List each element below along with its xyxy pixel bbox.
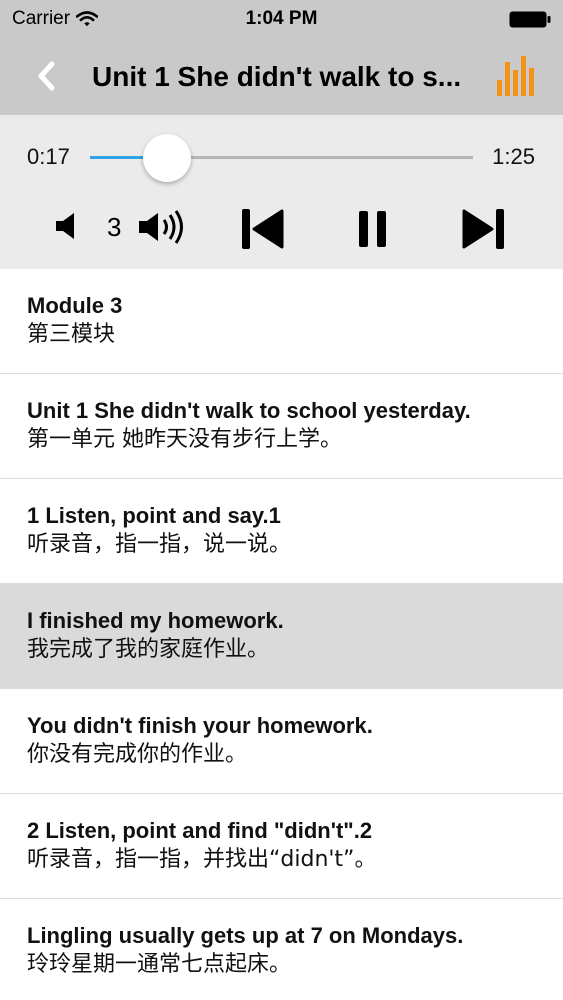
item-chinese-text: 你没有完成你的作业。 — [27, 742, 248, 767]
item-english-text: Unit 1 She didn't walk to school yesterd… — [27, 398, 471, 423]
current-time: 0:17 — [27, 144, 70, 169]
battery-icon — [509, 11, 551, 28]
item-english-text: I finished my homework. — [27, 608, 284, 633]
list-item[interactable]: You didn't finish your homework. 你没有完成你的作… — [0, 689, 563, 794]
item-chinese-text: 第一单元 她昨天没有步行上学。 — [27, 427, 342, 452]
equalizer-icon[interactable] — [495, 54, 539, 98]
list-item[interactable]: Lingling usually gets up at 7 on Mondays… — [0, 899, 563, 1000]
skip-next-icon[interactable] — [462, 207, 506, 251]
pause-icon[interactable] — [357, 209, 389, 249]
progress-slider-thumb[interactable] — [142, 134, 191, 182]
item-english-text: You didn't finish your homework. — [27, 713, 373, 738]
list-item[interactable]: 1 Listen, point and say.1 听录音，指一指，说一说。 — [0, 479, 563, 584]
list-item[interactable]: I finished my homework. 我完成了我的家庭作业。 — [0, 584, 563, 689]
audio-player: 0:17 1:25 3 — [0, 115, 563, 269]
item-chinese-text: 听录音，指一指，说一说。 — [27, 532, 292, 557]
item-english-text: 2 Listen, point and find "didn't".2 — [27, 818, 373, 843]
item-chinese-text: 第三模块 — [27, 322, 116, 347]
item-chinese-text: 玲玲星期一通常七点起床。 — [27, 952, 292, 977]
page-title: Unit 1 She didn't walk to s... — [92, 61, 462, 92]
speaker-high-icon[interactable] — [137, 209, 191, 245]
item-english-text: Module 3 — [27, 293, 123, 318]
chevron-left-icon[interactable] — [30, 56, 66, 96]
skip-previous-icon[interactable] — [240, 207, 284, 251]
item-chinese-text: 听录音，指一指，并找出“didn't”。 — [27, 847, 377, 872]
status-time: 1:04 PM — [245, 8, 318, 29]
volume-level: 3 — [107, 212, 122, 242]
speaker-low-icon[interactable] — [54, 211, 82, 241]
list-item[interactable]: Unit 1 She didn't walk to school yesterd… — [0, 374, 563, 479]
item-chinese-text: 我完成了我的家庭作业。 — [27, 637, 270, 662]
item-english-text: 1 Listen, point and say.1 — [27, 503, 281, 528]
status-bar: Carrier 1:04 PM — [0, 0, 563, 38]
lesson-list: Module 3 第三模块 Unit 1 She didn't walk to sc… — [0, 269, 563, 1000]
list-item[interactable]: Module 3 第三模块 — [0, 269, 563, 374]
header: Carrier 1:04 PM Unit 1 She didn't walk t… — [0, 0, 563, 115]
list-item[interactable]: 2 Listen, point and find "didn't".2 听录音，指… — [0, 794, 563, 899]
navigation-bar: Unit 1 She didn't walk to s... — [0, 38, 563, 115]
item-english-text: Lingling usually gets up at 7 on Mondays… — [27, 923, 464, 948]
duration: 1:25 — [492, 144, 535, 169]
